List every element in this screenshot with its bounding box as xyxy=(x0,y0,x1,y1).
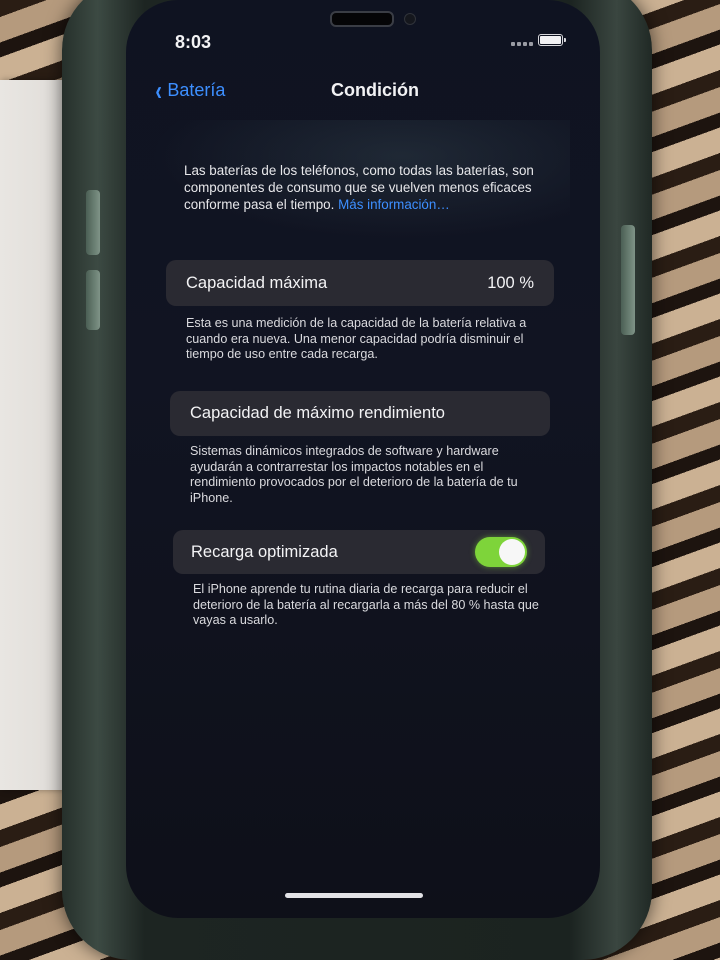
back-button-label: Batería xyxy=(167,80,226,100)
volume-down-button xyxy=(86,270,100,330)
chevron-left-icon: ‹ xyxy=(155,74,162,106)
optimized-charging-footer: El iPhone aprende tu rutina diaria de re… xyxy=(193,582,539,627)
earpiece-speaker xyxy=(330,11,394,27)
status-time: 8:03 xyxy=(175,32,212,52)
peak-performance-label: Capacidad de máximo rendimiento xyxy=(190,404,445,422)
page-title: Condición xyxy=(331,80,419,100)
intro-text-block: Las baterías de los teléfonos, como toda… xyxy=(184,162,544,213)
max-capacity-footer: Esta es una medición de la capacidad de … xyxy=(186,316,527,361)
toggle-knob xyxy=(499,539,525,565)
max-capacity-value: 100 % xyxy=(487,273,534,292)
max-capacity-label: Capacidad máxima xyxy=(186,273,328,292)
volume-up-button xyxy=(86,190,100,255)
optimized-charging-toggle[interactable] xyxy=(475,537,527,567)
signal-bars-icon xyxy=(511,42,533,46)
more-info-link[interactable]: Más información… xyxy=(338,197,450,212)
max-capacity-cell: Capacidad máxima 100 % xyxy=(166,260,554,306)
battery-full-icon xyxy=(538,34,566,46)
optimized-charging-label: Recarga optimizada xyxy=(191,542,338,561)
back-button[interactable]: ‹ Batería xyxy=(154,74,226,106)
optimized-charging-cell: Recarga optimizada xyxy=(173,530,545,574)
peak-performance-cell: Capacidad de máximo rendimiento xyxy=(170,391,550,436)
home-indicator[interactable] xyxy=(285,893,423,898)
front-camera xyxy=(404,13,416,25)
power-button xyxy=(621,225,635,335)
peak-performance-footer: Sistemas dinámicos integrados de softwar… xyxy=(190,444,518,505)
